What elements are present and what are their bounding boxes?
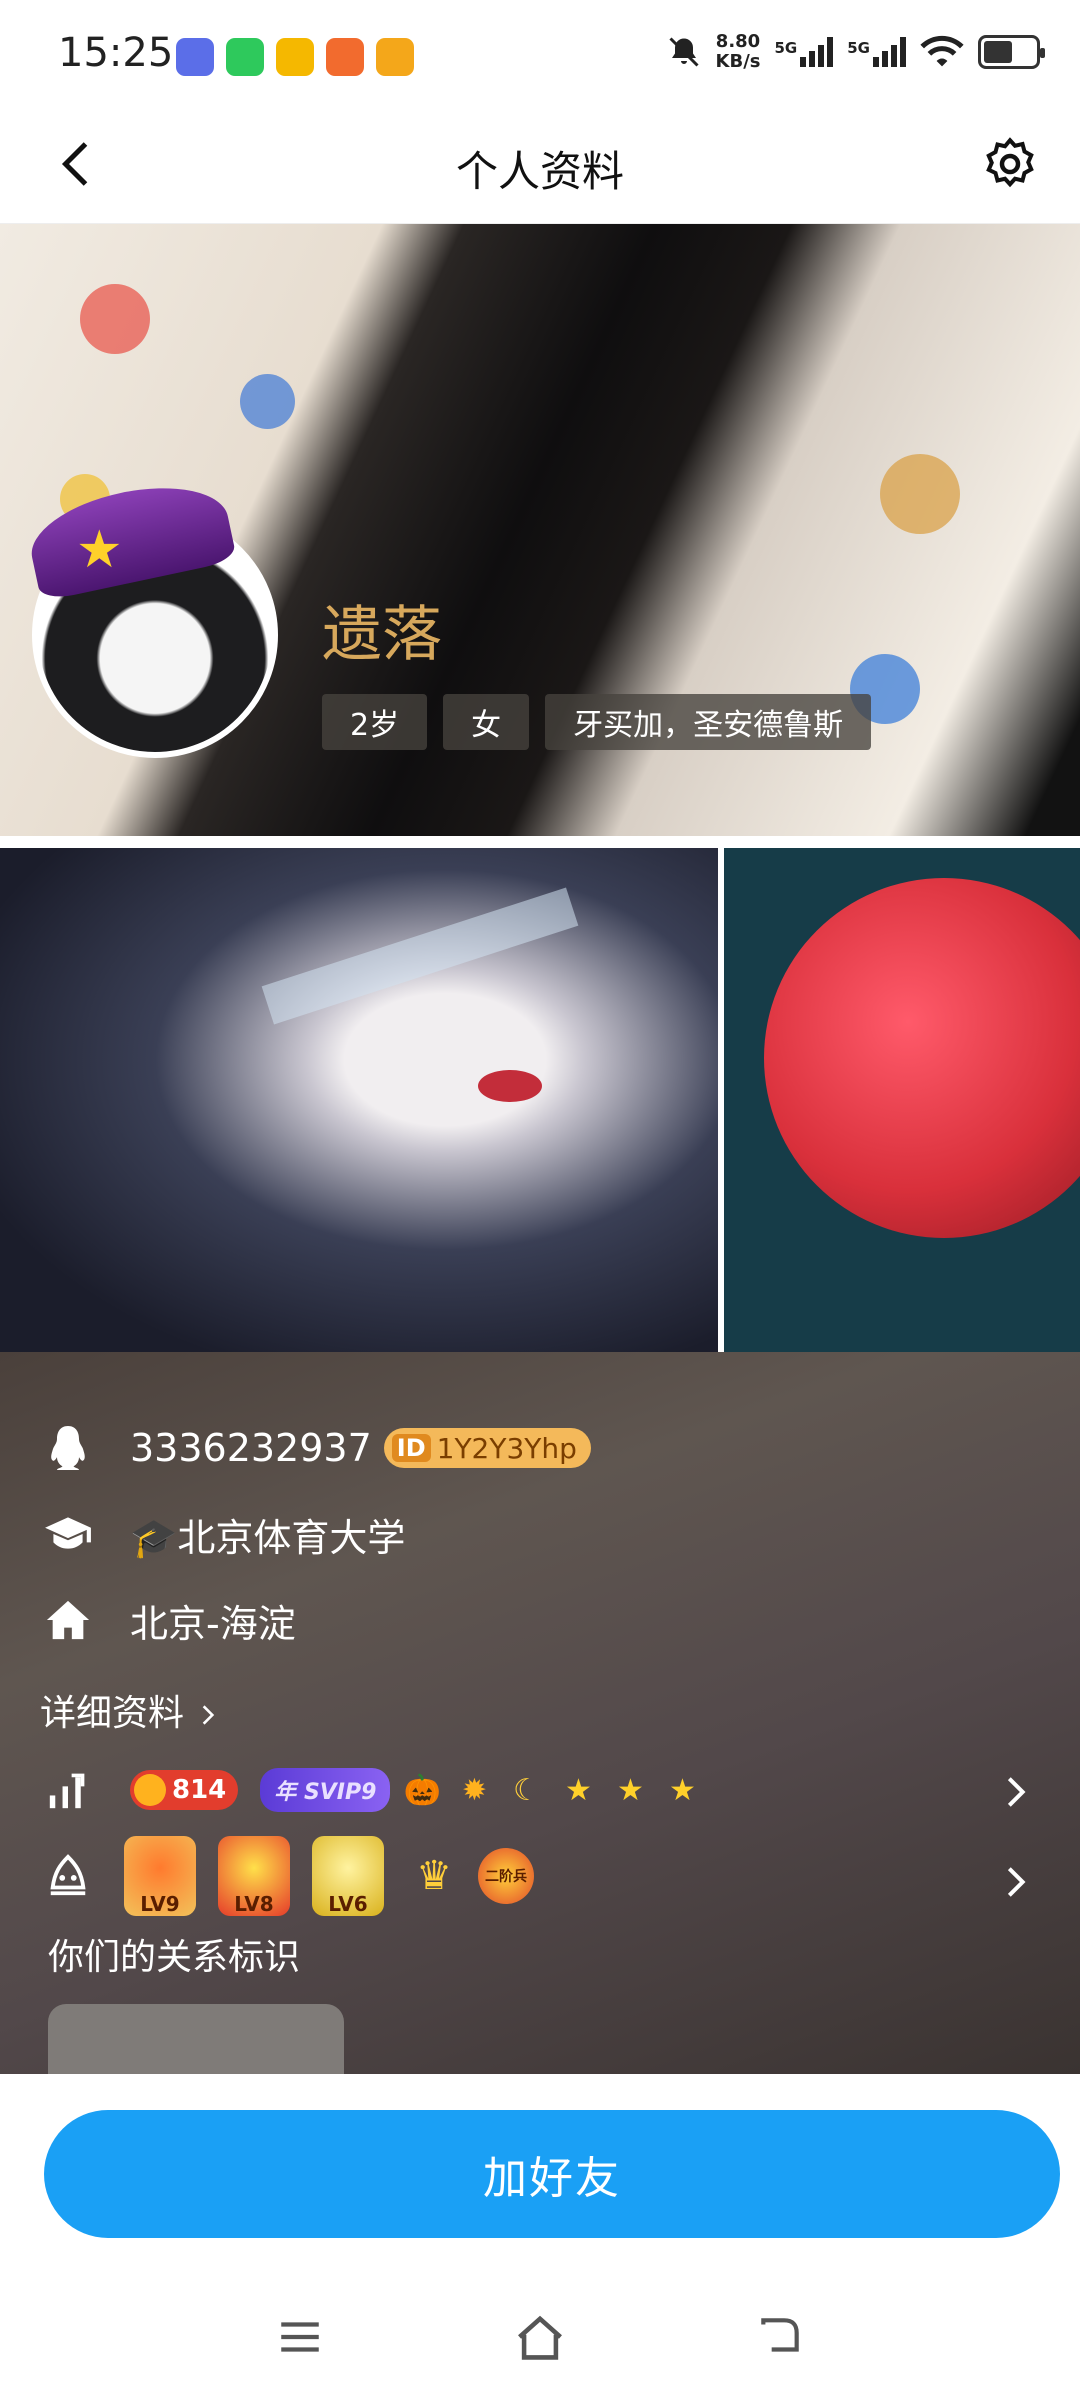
bottom-action-bar: 加好友 bbox=[0, 2074, 1080, 2400]
star-icon: ★ bbox=[76, 520, 123, 580]
id-badge-prefix: ID bbox=[391, 1434, 431, 1462]
gear-icon[interactable] bbox=[980, 134, 1040, 194]
photo-wall bbox=[0, 848, 1080, 1352]
lv6-badge: LV6 bbox=[312, 1836, 384, 1916]
status-bar: 15:25 8.80 KB/s 5G 5G bbox=[0, 0, 1080, 112]
back-icon[interactable] bbox=[754, 2312, 806, 2362]
lv9-label: LV9 bbox=[140, 1892, 180, 1916]
penguin-icon bbox=[40, 1420, 96, 1476]
game-rank-label: 二阶兵 bbox=[485, 1869, 527, 1885]
lv6-label: LV6 bbox=[328, 1892, 368, 1916]
school-verified-icon: 🎓 bbox=[130, 1515, 178, 1560]
chevron-right-icon[interactable] bbox=[996, 1862, 1036, 1902]
app-icon-wechat bbox=[226, 38, 264, 76]
region-tag: 牙买加，圣安德鲁斯 bbox=[545, 694, 872, 750]
profile-info-section: 3336232937 ID 1Y2Y3Yhp 🎓北京体育大学 北京-海淀 详细资… bbox=[0, 1352, 1080, 2074]
profile-tags: 2岁 女 牙买加，圣安德鲁斯 bbox=[322, 694, 872, 750]
photo-item[interactable] bbox=[0, 848, 718, 1352]
app-icon-1 bbox=[176, 38, 214, 76]
wifi-icon bbox=[920, 35, 964, 67]
badges-row[interactable]: LV9 LV8 LV6 ♛ 二阶兵 bbox=[40, 1836, 534, 1916]
sim1-label: 5G bbox=[774, 39, 798, 57]
notification-app-icons bbox=[176, 38, 414, 76]
app-icon-4 bbox=[326, 38, 364, 76]
cover-pattern-shape bbox=[240, 374, 295, 429]
relationship-title: 你们的关系标识 bbox=[48, 1937, 301, 1978]
lv9-badge: LV9 bbox=[124, 1836, 196, 1916]
net-speed: 8.80 KB/s bbox=[716, 32, 761, 72]
id-badge[interactable]: ID 1Y2Y3Yhp bbox=[383, 1428, 591, 1468]
school-name: 🎓北京体育大学 bbox=[130, 1507, 405, 1562]
sim2-label: 5G bbox=[847, 39, 870, 57]
top-navigation-bar: 个人资料 bbox=[0, 112, 1080, 224]
star-icon: ★ bbox=[564, 1772, 592, 1808]
vip-level-row[interactable]: 814 年 SVIP9 🎃 ✹ ☾ ★ ★ ★ bbox=[40, 1762, 702, 1818]
avatar-hat-frame bbox=[22, 472, 238, 602]
photo-detail bbox=[764, 878, 1080, 1238]
home-icon bbox=[40, 1592, 96, 1648]
svip-badge: 年 SVIP9 bbox=[260, 1768, 391, 1812]
pumpkin-icon: 🎃 bbox=[403, 1772, 442, 1808]
detail-profile-link[interactable]: 详细资料 bbox=[40, 1684, 221, 1736]
menu-icon[interactable] bbox=[274, 2312, 326, 2362]
chevron-right-icon[interactable] bbox=[996, 1772, 1036, 1812]
location: 北京-海淀 bbox=[130, 1601, 296, 1646]
mute-bell-icon bbox=[668, 37, 699, 67]
graduation-cap-icon bbox=[40, 1506, 96, 1562]
moon-icon: ☾ bbox=[512, 1772, 540, 1808]
system-navigation-bar bbox=[0, 2302, 1080, 2382]
coin-badge: 814 bbox=[130, 1770, 239, 1810]
photo-detail bbox=[261, 887, 579, 1025]
relationship-card[interactable] bbox=[48, 2004, 344, 2074]
cover-pattern-shape bbox=[880, 454, 960, 534]
crown-icon: ♛ bbox=[416, 1853, 452, 1899]
lv8-badge: LV8 bbox=[218, 1836, 290, 1916]
id-badge-value: 1Y2Y3Yhp bbox=[436, 1431, 577, 1465]
profile-cover-image[interactable]: ★ 遗落 2岁 女 牙买加，圣安德鲁斯 bbox=[0, 224, 1080, 836]
cap-badge-icon bbox=[40, 1848, 96, 1904]
avatar[interactable]: ★ bbox=[22, 472, 278, 758]
cover-pattern-shape bbox=[80, 284, 150, 354]
growth-chart-icon bbox=[40, 1762, 96, 1818]
star-icon: ★ bbox=[616, 1772, 644, 1808]
page-title: 个人资料 bbox=[455, 147, 624, 196]
app-icon-qq bbox=[276, 38, 314, 76]
net-speed-value: 8.80 bbox=[715, 31, 761, 52]
net-speed-unit: KB/s bbox=[715, 51, 761, 72]
lv8-label: LV8 bbox=[234, 1892, 274, 1916]
status-right: 8.80 KB/s 5G 5G bbox=[666, 32, 1045, 72]
location-row: 北京-海淀 bbox=[40, 1592, 296, 1648]
star-icon: ★ bbox=[668, 1772, 696, 1808]
game-rank-badge: 二阶兵 bbox=[478, 1848, 534, 1904]
chevron-right-icon bbox=[203, 1705, 215, 1725]
school-name-text: 北京体育大学 bbox=[177, 1515, 406, 1560]
gender-tag: 女 bbox=[443, 694, 530, 750]
school-row: 🎓北京体育大学 bbox=[40, 1506, 405, 1562]
qq-number: 3336232937 bbox=[130, 1426, 372, 1470]
app-icon-weibo bbox=[376, 38, 414, 76]
detail-profile-label: 详细资料 bbox=[40, 1693, 185, 1734]
qq-number-row: 3336232937 ID 1Y2Y3Yhp bbox=[40, 1420, 591, 1476]
nickname: 遗落 bbox=[322, 600, 442, 670]
signal-sim1-icon: 5G bbox=[775, 37, 834, 67]
sun-icon: ✹ bbox=[461, 1772, 487, 1808]
status-time: 15:25 bbox=[58, 30, 174, 76]
signal-sim2-icon: 5G bbox=[847, 37, 906, 67]
age-tag: 2岁 bbox=[322, 694, 428, 750]
coin-count: 814 bbox=[172, 1775, 227, 1805]
photo-item[interactable] bbox=[724, 848, 1080, 1352]
battery-icon bbox=[978, 35, 1045, 69]
add-friend-button[interactable]: 加好友 bbox=[44, 2110, 1060, 2238]
photo-detail bbox=[478, 1070, 542, 1102]
home-icon[interactable] bbox=[510, 2312, 570, 2362]
